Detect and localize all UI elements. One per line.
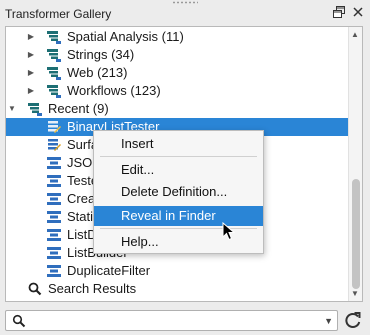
- custom-transformer-icon: [46, 137, 62, 153]
- scroll-down-icon[interactable]: ▼: [351, 289, 359, 298]
- tree-row-label: Stati: [67, 209, 94, 224]
- expand-arrow-icon[interactable]: ▶: [26, 68, 36, 78]
- tree-row-label: Search Results: [48, 281, 137, 296]
- transformer-icon: [46, 263, 62, 279]
- tree-row-label: Strings (34): [67, 47, 135, 62]
- menu-item-delete-definition[interactable]: Delete Definition...: [94, 182, 263, 202]
- transformer-icon: [46, 245, 62, 261]
- expand-arrow-icon[interactable]: ▶: [26, 86, 36, 96]
- custom-transformer-icon: [46, 119, 62, 135]
- tree-row-workflows[interactable]: ▶ Workflows (123): [6, 82, 348, 100]
- transformer-icon: [46, 227, 62, 243]
- tree-row-web[interactable]: ▶ Web (213): [6, 64, 348, 82]
- category-icon: [46, 29, 62, 45]
- tree-row-label: Workflows (123): [67, 83, 161, 98]
- expand-arrow-icon[interactable]: ▶: [26, 32, 36, 42]
- transformer-icon: [46, 209, 62, 225]
- search-icon: [27, 281, 43, 297]
- mouse-cursor-icon: [222, 222, 236, 241]
- menu-item-edit[interactable]: Edit...: [94, 160, 263, 180]
- close-icon[interactable]: [351, 6, 364, 19]
- menu-separator: [100, 156, 257, 157]
- chevron-down-icon[interactable]: ▼: [324, 316, 333, 326]
- menu-item-reveal-in-finder[interactable]: Reveal in Finder: [94, 206, 263, 226]
- refresh-icon[interactable]: [342, 310, 364, 331]
- tree-row-label: JSO: [67, 155, 93, 170]
- search-field[interactable]: ▼: [5, 310, 338, 331]
- search-input[interactable]: [32, 313, 312, 328]
- scrollbar-thumb[interactable]: [352, 179, 360, 289]
- tree-row-label: Spatial Analysis (11): [67, 29, 184, 44]
- category-icon: [46, 83, 62, 99]
- tree-row-label: DuplicateFilter: [67, 263, 151, 278]
- tree-row-label: Crea: [67, 191, 96, 206]
- vertical-scrollbar[interactable]: ▲ ▼: [348, 27, 362, 301]
- transformer-icon: [46, 191, 62, 207]
- collapse-arrow-icon[interactable]: ▼: [7, 104, 17, 114]
- search-icon[interactable]: [12, 314, 26, 328]
- category-icon: [46, 47, 62, 63]
- category-icon: [46, 65, 62, 81]
- menu-item-help[interactable]: Help...: [94, 232, 263, 252]
- undock-icon[interactable]: [332, 6, 345, 19]
- tree-row-label: Web (213): [67, 65, 128, 80]
- menu-item-insert[interactable]: Insert: [94, 134, 263, 154]
- tree-row-spatial-analysis[interactable]: ▶ Spatial Analysis (11): [6, 28, 348, 46]
- scroll-up-icon[interactable]: ▲: [351, 30, 359, 39]
- panel-title: Transformer Gallery: [5, 7, 112, 21]
- tree-row-duplicatefilter[interactable]: DuplicateFilter: [6, 262, 348, 280]
- tree-row-label: Recent (9): [48, 101, 109, 116]
- panel-title-bar: Transformer Gallery: [0, 0, 370, 26]
- transformer-icon: [46, 155, 62, 171]
- transformer-icon: [46, 173, 62, 189]
- tree-row-search-results[interactable]: Search Results: [6, 280, 348, 298]
- category-icon: [27, 101, 43, 117]
- title-bar-controls: [332, 6, 364, 19]
- tree-row-strings[interactable]: ▶ Strings (34): [6, 46, 348, 64]
- context-menu: Insert Edit... Delete Definition... Reve…: [93, 130, 264, 254]
- tree-row-recent[interactable]: ▼ Recent (9): [6, 100, 348, 118]
- expand-arrow-icon[interactable]: ▶: [26, 50, 36, 60]
